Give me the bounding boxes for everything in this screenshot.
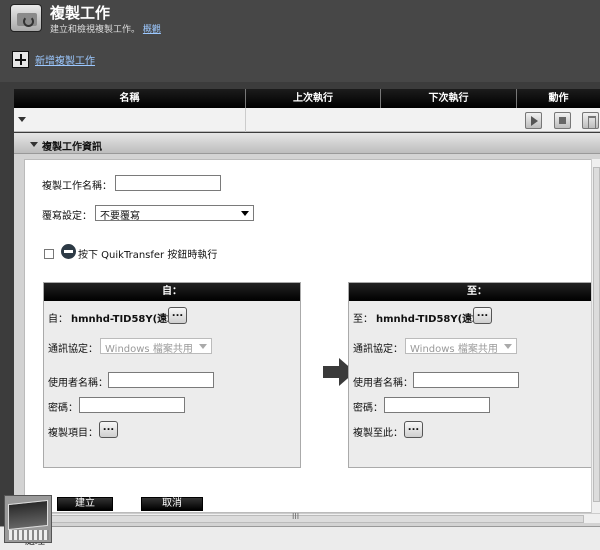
column-header-next-run[interactable]: 下次執行 [381, 89, 517, 108]
quiktransfer-label: 按下 QuikTransfer 按鈕時執行 [78, 250, 218, 261]
column-header-name[interactable]: 名稱 [14, 89, 246, 108]
column-header-last-run[interactable]: 上次執行 [246, 89, 381, 108]
horizontal-scrollbar[interactable]: III [24, 512, 600, 523]
source-password-label: 密碼： [48, 403, 78, 414]
source-protocol-value: Windows 檔案共用 [105, 344, 193, 355]
source-items-browse-button[interactable]: ... [99, 421, 118, 438]
page-header: 複製工作 建立和檢視複製工作。 概觀 新增複製工作 [0, 0, 600, 82]
panel-body: 複製工作名稱： 覆寫設定： 不要覆寫 按下 QuikTransfer 按鈕時執行… [24, 159, 592, 513]
quiktransfer-checkbox[interactable] [44, 249, 54, 259]
overview-link[interactable]: 概觀 [143, 25, 161, 35]
create-button[interactable]: 建立 [57, 497, 113, 511]
destination-box: 至： 至： hmnhd-TID58Y(遠端) ... 通訊協定： Windows… [348, 282, 591, 468]
source-username-input[interactable] [108, 372, 214, 388]
source-device-browse-button[interactable]: ... [168, 307, 187, 324]
destination-protocol-value: Windows 檔案共用 [410, 344, 498, 355]
scrollbar-grip: III [292, 512, 300, 521]
job-name-input[interactable] [115, 175, 221, 191]
destination-password-input[interactable] [384, 397, 490, 413]
add-copy-job-button[interactable]: 新增複製工作 [12, 51, 95, 68]
job-name-label: 複製工作名稱： [42, 181, 112, 192]
copy-job-app-icon [10, 4, 42, 32]
destination-box-header: 至： [349, 283, 591, 301]
column-header-actions: 動作 [548, 93, 569, 104]
destination-browse-button[interactable]: ... [404, 421, 423, 438]
source-username-label: 使用者名稱： [48, 378, 108, 389]
stop-icon[interactable] [554, 112, 571, 129]
chevron-down-icon [241, 211, 249, 216]
source-protocol-label: 通訊協定： [48, 344, 98, 355]
destination-protocol-select: Windows 檔案共用 [405, 338, 517, 355]
source-device: hmnhd-TID58Y(遠端) [71, 314, 182, 325]
panel-title: 複製工作資訊 [42, 142, 102, 153]
row-expand-arrow-icon[interactable] [18, 117, 26, 122]
destination-protocol-label: 通訊協定： [353, 344, 403, 355]
source-from-label: 自： [48, 314, 68, 325]
source-box-header: 自： [44, 283, 300, 301]
vertical-scrollbar[interactable] [591, 159, 600, 513]
page-subtitle: 建立和檢視複製工作。 概觀 [50, 22, 161, 35]
chevron-down-icon [199, 344, 207, 349]
page-title: 複製工作 [50, 4, 111, 22]
source-box: 自： 自： hmnhd-TID58Y(遠端) ... 通訊協定： Windows… [43, 282, 301, 468]
chevron-down-icon [504, 344, 512, 349]
plus-icon [12, 51, 29, 68]
overwrite-label: 覆寫設定： [42, 211, 92, 222]
table-row[interactable] [14, 108, 600, 132]
panel-header[interactable]: 複製工作資訊 [14, 133, 600, 154]
destination-to-label: 至： [353, 314, 373, 325]
destination-password-label: 密碼： [353, 403, 383, 414]
play-icon[interactable] [525, 112, 542, 129]
jobs-table-header: 名稱 上次執行 下次執行 動作 [14, 89, 600, 108]
add-copy-job-link[interactable]: 新增複製工作 [35, 52, 95, 67]
subtitle-text: 建立和檢視複製工作。 [50, 25, 141, 35]
copy-job-info-panel: 複製工作資訊 複製工作名稱： 覆寫設定： 不要覆寫 按下 QuikTransfe… [14, 133, 600, 526]
destination-username-label: 使用者名稱： [353, 378, 413, 389]
collapse-arrow-icon[interactable] [30, 142, 38, 147]
cancel-button[interactable]: 取消 [141, 497, 203, 511]
bottom-status-bar: 處理 [0, 526, 600, 550]
source-password-input[interactable] [79, 397, 185, 413]
destination-username-input[interactable] [413, 372, 519, 388]
source-items-label: 複製項目： [48, 428, 98, 439]
source-protocol-select: Windows 檔案共用 [100, 338, 212, 355]
trash-icon[interactable] [582, 112, 599, 129]
device-thumbnail-icon [4, 495, 52, 543]
destination-copy-to-label: 複製至此： [353, 428, 403, 439]
overwrite-selected-value: 不要覆寫 [100, 211, 140, 222]
overwrite-select[interactable]: 不要覆寫 [95, 205, 254, 222]
quiktransfer-icon [61, 244, 76, 259]
destination-device: hmnhd-TID58Y(遠端) [376, 314, 487, 325]
destination-device-browse-button[interactable]: ... [473, 307, 492, 324]
